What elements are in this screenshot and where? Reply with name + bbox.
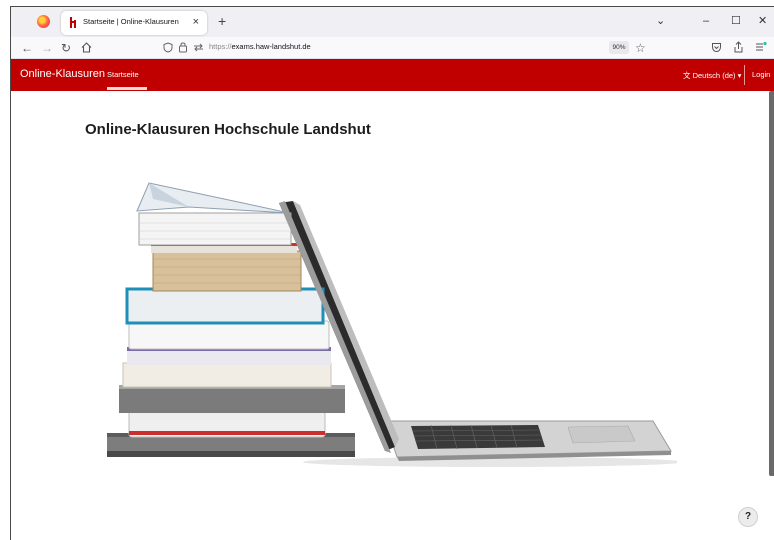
header-divider	[744, 65, 745, 85]
tab-strip: Startseite | Online-Klausuren × + ⌄ – ☐ …	[11, 7, 774, 37]
nav-link-startseite[interactable]: Startseite	[107, 70, 139, 79]
language-selector[interactable]: 文 Deutsch (de) ▾	[683, 70, 741, 81]
permissions-icon[interactable]	[193, 43, 204, 52]
reload-icon[interactable]: ↻	[61, 40, 71, 56]
browser-tab[interactable]: Startseite | Online-Klausuren ×	[61, 11, 207, 35]
language-label: Deutsch (de)	[692, 71, 736, 80]
firefox-icon[interactable]	[37, 15, 50, 28]
help-button[interactable]: ?	[738, 507, 758, 527]
site-header: Online-Klausuren Startseite 文 Deutsch (d…	[11, 59, 774, 91]
url-prefix: https://	[209, 42, 232, 51]
pocket-icon[interactable]	[711, 42, 722, 53]
scrollbar[interactable]	[769, 91, 774, 476]
home-icon[interactable]	[81, 42, 92, 53]
language-icon: 文	[683, 71, 691, 80]
page-title: Online-Klausuren Hochschule Landshut	[85, 121, 371, 138]
url-bar[interactable]: https://exams.haw-landshut.de	[209, 42, 311, 51]
app-menu-icon[interactable]	[755, 41, 767, 53]
shield-icon[interactable]	[163, 42, 173, 53]
maximize-button[interactable]: ☐	[731, 13, 741, 29]
login-link[interactable]: Login	[752, 70, 770, 79]
tab-title: Startseite | Online-Klausuren	[83, 17, 179, 26]
minimize-button[interactable]: –	[703, 13, 709, 29]
tab-close-icon[interactable]: ×	[193, 15, 199, 29]
haw-logo-icon	[70, 17, 76, 28]
list-tabs-icon[interactable]: ⌄	[656, 13, 665, 29]
back-icon[interactable]: ←	[21, 40, 33, 56]
bookmark-star-icon[interactable]: ☆	[635, 40, 646, 56]
url-host: exams.haw-landshut.de	[231, 42, 311, 51]
lock-icon[interactable]	[178, 41, 188, 53]
close-window-button[interactable]: ✕	[758, 13, 767, 29]
share-icon[interactable]	[733, 41, 744, 53]
zoom-indicator[interactable]: 90%	[609, 41, 629, 54]
forward-icon[interactable]: →	[41, 40, 53, 56]
hero-image-books-laptop	[107, 182, 677, 467]
chevron-down-icon: ▾	[737, 71, 742, 80]
active-nav-indicator	[107, 87, 147, 90]
navigation-toolbar: ← → ↻ https://exams.haw-landshut.de 90% …	[11, 37, 774, 59]
brand-link[interactable]: Online-Klausuren	[20, 68, 105, 80]
new-tab-button[interactable]: +	[218, 12, 226, 30]
browser-window: Startseite | Online-Klausuren × + ⌄ – ☐ …	[10, 6, 774, 540]
